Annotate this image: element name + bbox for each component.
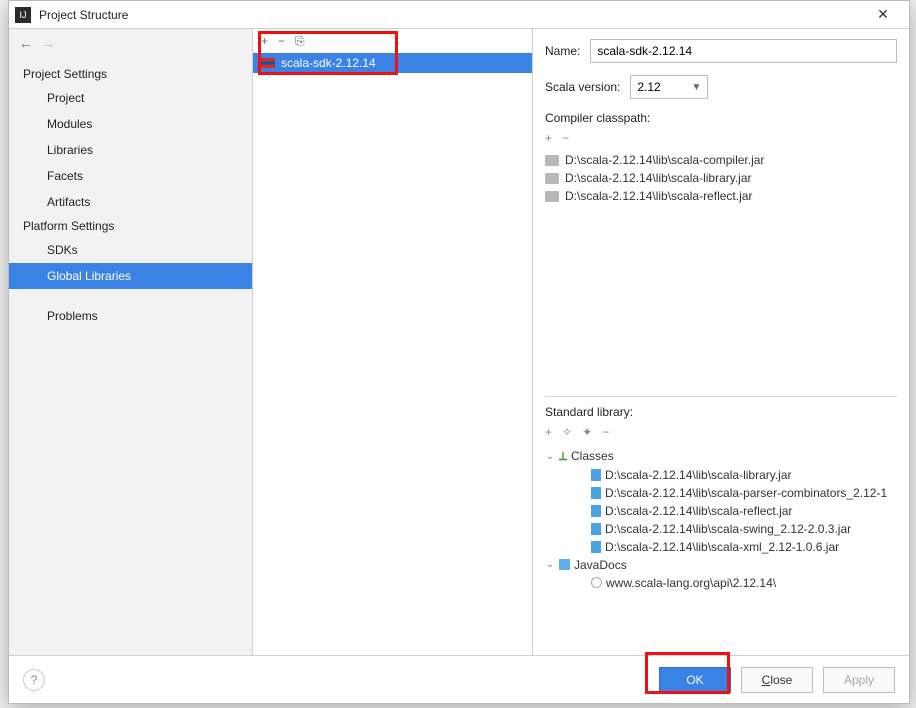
- sidebar-item-artifacts[interactable]: Artifacts: [9, 189, 252, 215]
- scala-version-select[interactable]: 2.12 ▼: [630, 75, 708, 99]
- stdlib-remove-icon[interactable]: −: [602, 425, 609, 439]
- tree-jar[interactable]: D:\scala-2.12.14\lib\scala-parser-combin…: [545, 484, 897, 502]
- sidebar-item-modules[interactable]: Modules: [9, 111, 252, 137]
- sidebar: ← → Project Settings Project Modules Lib…: [9, 29, 253, 655]
- stdlib-toolbar: + ✧ ✦ −: [545, 423, 897, 445]
- app-icon: IJ: [15, 7, 31, 23]
- jar-icon: [591, 505, 601, 517]
- sidebar-item-problems[interactable]: Problems: [9, 303, 252, 329]
- dialog-body: ← → Project Settings Project Modules Lib…: [9, 29, 909, 655]
- compiler-jar-list: D:\scala-2.12.14\lib\scala-compiler.jar …: [545, 151, 897, 205]
- library-list: scala-sdk-2.12.14: [253, 53, 532, 655]
- javadocs-icon: [559, 559, 570, 570]
- sidebar-item-sdks[interactable]: SDKs: [9, 237, 252, 263]
- sidebar-item-libraries[interactable]: Libraries: [9, 137, 252, 163]
- tree-doc-url[interactable]: www.scala-lang.org\api\2.12.14\: [545, 574, 897, 592]
- compiler-classpath-label: Compiler classpath:: [545, 111, 897, 125]
- folder-icon: [545, 191, 559, 202]
- nav-back-icon[interactable]: ←: [19, 35, 33, 51]
- jar-icon: [591, 523, 601, 535]
- scala-version-value: 2.12: [637, 80, 660, 94]
- compiler-jar[interactable]: D:\scala-2.12.14\lib\scala-compiler.jar: [545, 151, 897, 169]
- compiler-jar[interactable]: D:\scala-2.12.14\lib\scala-reflect.jar: [545, 187, 897, 205]
- sidebar-item-global-libraries[interactable]: Global Libraries: [9, 263, 252, 289]
- name-input[interactable]: [590, 39, 897, 63]
- expand-icon[interactable]: ⌄: [545, 451, 555, 462]
- tree-jar[interactable]: D:\scala-2.12.14\lib\scala-library.jar: [545, 466, 897, 484]
- remove-library-icon[interactable]: −: [278, 34, 285, 48]
- window-title: Project Structure: [39, 8, 863, 22]
- classes-icon: ⟂: [559, 449, 567, 464]
- compiler-remove-icon[interactable]: −: [562, 131, 569, 145]
- globe-icon: [591, 577, 602, 588]
- ok-button[interactable]: OK: [659, 667, 731, 693]
- compiler-toolbar: + −: [545, 129, 897, 151]
- sidebar-tree: Project Settings Project Modules Librari…: [9, 57, 252, 329]
- stdlib-addurl-icon[interactable]: ✦: [582, 425, 592, 439]
- history-nav: ← →: [9, 29, 252, 57]
- jar-icon: [591, 541, 601, 553]
- stdlib-tree: ⌄ ⟂ Classes D:\scala-2.12.14\lib\scala-l…: [545, 447, 897, 632]
- close-button[interactable]: CCloselose: [741, 667, 813, 693]
- help-button[interactable]: ?: [23, 669, 45, 691]
- compiler-add-icon[interactable]: +: [545, 131, 552, 145]
- library-list-panel: + − ⎘ scala-sdk-2.12.14: [253, 29, 533, 655]
- library-toolbar: + − ⎘: [253, 29, 532, 53]
- folder-icon: [545, 155, 559, 166]
- name-label: Name:: [545, 44, 580, 58]
- sidebar-item-facets[interactable]: Facets: [9, 163, 252, 189]
- tree-node-classes[interactable]: ⌄ ⟂ Classes: [545, 447, 897, 466]
- apply-button[interactable]: Apply: [823, 667, 895, 693]
- chevron-down-icon: ▼: [691, 82, 701, 93]
- scala-version-label: Scala version:: [545, 80, 620, 94]
- tree-jar[interactable]: D:\scala-2.12.14\lib\scala-reflect.jar: [545, 502, 897, 520]
- copy-library-icon[interactable]: ⎘: [295, 34, 305, 49]
- tree-jar[interactable]: D:\scala-2.12.14\lib\scala-swing_2.12-2.…: [545, 520, 897, 538]
- stdlib-add-icon[interactable]: +: [545, 425, 552, 439]
- compiler-jar[interactable]: D:\scala-2.12.14\lib\scala-library.jar: [545, 169, 897, 187]
- stdlib-addfolder-icon[interactable]: ✧: [562, 425, 572, 439]
- dialog-footer: ? OK CCloselose Apply: [9, 655, 909, 703]
- standard-library-label: Standard library:: [545, 405, 897, 419]
- project-structure-dialog: IJ Project Structure ✕ ← → Project Setti…: [8, 0, 910, 704]
- expand-icon[interactable]: ⌄: [545, 559, 555, 570]
- jar-icon: [591, 469, 601, 481]
- tree-node-javadocs[interactable]: ⌄ JavaDocs: [545, 556, 897, 574]
- titlebar: IJ Project Structure ✕: [9, 1, 909, 29]
- library-item-scala-sdk[interactable]: scala-sdk-2.12.14: [253, 53, 532, 73]
- tree-jar[interactable]: D:\scala-2.12.14\lib\scala-xml_2.12-1.0.…: [545, 538, 897, 556]
- jar-icon: [591, 487, 601, 499]
- group-project-settings: Project Settings: [9, 63, 252, 85]
- folder-icon: [545, 173, 559, 184]
- scala-sdk-icon: [261, 58, 275, 68]
- library-item-label: scala-sdk-2.12.14: [281, 56, 376, 70]
- sidebar-item-project[interactable]: Project: [9, 85, 252, 111]
- close-icon[interactable]: ✕: [863, 6, 903, 23]
- library-detail-panel: Name: Scala version: 2.12 ▼ Compiler cla…: [533, 29, 909, 655]
- nav-forward-icon[interactable]: →: [41, 35, 55, 51]
- add-library-icon[interactable]: +: [261, 34, 268, 48]
- group-platform-settings: Platform Settings: [9, 215, 252, 237]
